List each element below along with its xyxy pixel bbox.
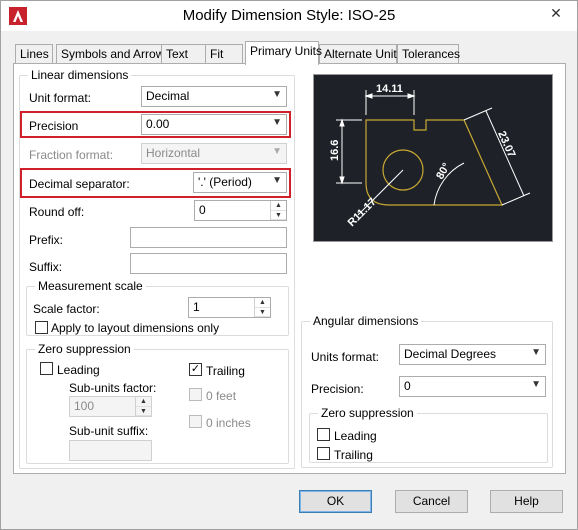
sub-unit-suffix-label: Sub-unit suffix: xyxy=(69,424,149,438)
tab-text[interactable]: Text xyxy=(161,44,207,64)
leading-checkbox[interactable] xyxy=(40,362,53,375)
unit-format-dropdown[interactable]: Decimal ▼ xyxy=(141,86,287,107)
precision-dropdown[interactable]: 0.00 ▼ xyxy=(141,114,287,135)
chevron-down-icon: ▼ xyxy=(531,379,541,390)
angular-zero-suppression-title: Zero suppression xyxy=(318,406,417,420)
round-off-spinner[interactable]: 0 ▲ ▼ xyxy=(194,200,287,221)
apply-layout-label: Apply to layout dimensions only xyxy=(51,321,220,335)
angular-precision-label: Precision: xyxy=(311,382,364,396)
sub-units-factor-spinner[interactable]: 100 ▲ ▼ xyxy=(69,396,152,417)
trailing-checkbox[interactable]: ✓ xyxy=(189,363,202,376)
sub-unit-suffix-input[interactable] xyxy=(69,440,152,461)
angular-precision-dropdown[interactable]: 0 ▼ xyxy=(399,376,546,397)
suffix-input[interactable] xyxy=(130,253,287,274)
chevron-down-icon: ▼ xyxy=(272,175,282,186)
tab-alternate-units[interactable]: Alternate Units xyxy=(319,44,403,64)
help-button[interactable]: Help xyxy=(490,490,563,513)
chevron-down-icon: ▼ xyxy=(272,117,282,128)
dimension-preview: 14.11 16.6 23.07 80° R11.17 xyxy=(313,74,553,242)
ok-button[interactable]: OK xyxy=(299,490,372,513)
measurement-scale-title: Measurement scale xyxy=(35,279,146,293)
round-off-value: 0 xyxy=(199,203,206,217)
dim-right-label: 23.07 xyxy=(495,129,517,159)
angular-trailing-label: Trailing xyxy=(334,448,373,462)
spin-down-icon[interactable]: ▼ xyxy=(136,407,151,416)
preview-drawing: 14.11 16.6 23.07 80° R11.17 xyxy=(329,83,531,229)
spin-up-icon[interactable]: ▲ xyxy=(136,397,151,407)
prefix-input[interactable] xyxy=(130,227,287,248)
tab-tolerances[interactable]: Tolerances xyxy=(397,44,460,64)
preview-outline xyxy=(365,119,503,206)
round-off-label: Round off: xyxy=(29,205,85,219)
units-format-label: Units format: xyxy=(311,350,380,364)
dim-left-label: 16.6 xyxy=(329,140,341,161)
unit-format-label: Unit format: xyxy=(29,91,92,105)
primary-units-panel: Linear dimensions Unit format: Decimal ▼… xyxy=(13,63,566,474)
sub-units-factor-label: Sub-units factor: xyxy=(69,381,157,395)
unit-format-value: Decimal xyxy=(146,89,190,103)
fraction-format-dropdown[interactable]: Horizontal ▼ xyxy=(141,143,287,164)
angular-trailing-checkbox[interactable] xyxy=(317,447,330,460)
scale-factor-value: 1 xyxy=(193,300,200,314)
dim-top-label: 14.11 xyxy=(376,83,403,95)
tab-symbols-and-arrows[interactable]: Symbols and Arrows xyxy=(56,44,177,64)
linear-dimensions-title: Linear dimensions xyxy=(28,68,132,82)
tab-fit[interactable]: Fit xyxy=(205,44,243,64)
chevron-down-icon: ▼ xyxy=(272,89,282,100)
suffix-label: Suffix: xyxy=(29,260,63,274)
apply-layout-checkbox[interactable] xyxy=(35,321,48,334)
angular-leading-checkbox[interactable] xyxy=(317,428,330,441)
angular-leading-label: Leading xyxy=(334,429,377,443)
chevron-down-icon: ▼ xyxy=(272,146,282,157)
window-title: Modify Dimension Style: ISO-25 xyxy=(182,7,396,24)
decimal-separator-label: Decimal separator: xyxy=(29,177,130,191)
title-bar: Modify Dimension Style: ISO-25 ✕ xyxy=(1,1,577,31)
cancel-button[interactable]: Cancel xyxy=(395,490,468,513)
tab-primary-units[interactable]: Primary Units xyxy=(245,41,322,65)
feet-checkbox[interactable] xyxy=(189,388,202,401)
prefix-label: Prefix: xyxy=(29,233,64,247)
zero-suppression-title: Zero suppression xyxy=(35,342,134,356)
decimal-separator-value: '.' (Period) xyxy=(198,175,252,189)
spin-down-icon[interactable]: ▼ xyxy=(255,308,270,317)
units-format-dropdown[interactable]: Decimal Degrees ▼ xyxy=(399,344,546,365)
precision-value: 0.00 xyxy=(146,117,170,131)
angular-precision-value: 0 xyxy=(404,379,411,393)
round-off-spin-buttons[interactable]: ▲ ▼ xyxy=(270,201,286,220)
angular-dimensions-title: Angular dimensions xyxy=(310,314,422,328)
units-format-value: Decimal Degrees xyxy=(404,347,497,361)
feet-label: 0 feet xyxy=(206,389,237,403)
spin-up-icon[interactable]: ▲ xyxy=(255,298,270,308)
dim-angle-label: 80° xyxy=(434,161,453,181)
sub-units-factor-spin-buttons[interactable]: ▲ ▼ xyxy=(135,397,151,416)
sub-units-factor-value: 100 xyxy=(74,399,95,413)
inches-checkbox[interactable] xyxy=(189,415,202,428)
spin-down-icon[interactable]: ▼ xyxy=(271,211,286,220)
decimal-separator-dropdown[interactable]: '.' (Period) ▼ xyxy=(193,172,287,193)
dim-radius-label: R11.17 xyxy=(346,196,379,229)
chevron-down-icon: ▼ xyxy=(531,347,541,358)
scale-factor-spin-buttons[interactable]: ▲ ▼ xyxy=(254,298,270,317)
fraction-format-value: Horizontal xyxy=(146,146,201,160)
scale-factor-label: Scale factor: xyxy=(33,302,100,316)
tab-lines[interactable]: Lines xyxy=(15,44,53,64)
precision-label: Precision xyxy=(29,119,79,133)
close-button[interactable]: ✕ xyxy=(543,3,569,23)
leading-label: Leading xyxy=(57,363,100,377)
inches-label: 0 inches xyxy=(206,416,251,430)
spin-up-icon[interactable]: ▲ xyxy=(271,201,286,211)
fraction-format-label: Fraction format: xyxy=(29,148,114,162)
scale-factor-spinner[interactable]: 1 ▲ ▼ xyxy=(188,297,271,318)
dialog-window: Modify Dimension Style: ISO-25 ✕ Lines S… xyxy=(0,0,578,530)
trailing-label: Trailing xyxy=(206,364,245,378)
